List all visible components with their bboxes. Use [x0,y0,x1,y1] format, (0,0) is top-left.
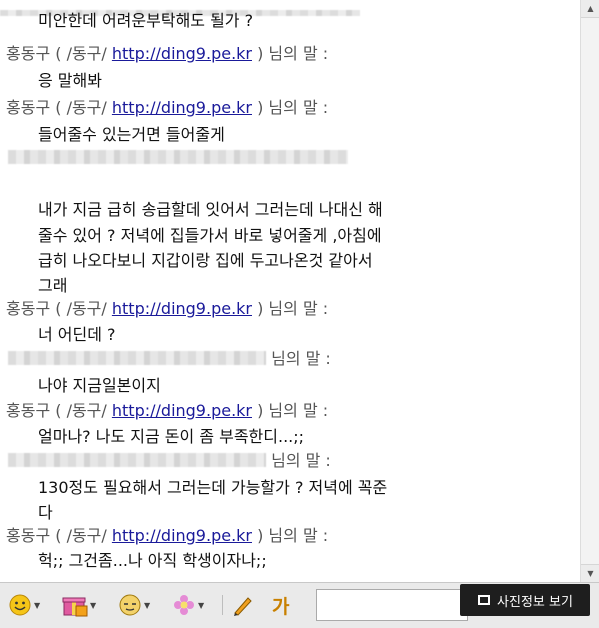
photo-info-button[interactable]: 사진정보 보기 [460,584,590,616]
scroll-up-arrow-icon[interactable]: ▲ [581,0,599,18]
homepage-link[interactable]: http://ding9.pe.kr [112,299,252,318]
blurred-header [0,0,360,16]
message-text: 헉;; 그건좀...나 아직 학생이자나;; [38,551,267,570]
font-button[interactable]: 가 [272,592,289,618]
homepage-link[interactable]: http://ding9.pe.kr [112,44,252,63]
sender-line: 홍동구 ( /동구/ http://ding9.pe.kr ) 님의 말 : [6,401,329,420]
photo-icon [478,595,491,605]
character-icon [119,594,141,616]
message-text: 얼마나? 나도 지금 돈이 좀 부족한디...;; [38,427,305,446]
homepage-link[interactable]: http://ding9.pe.kr [112,401,252,420]
homepage-link[interactable]: http://ding9.pe.kr [112,98,252,117]
message-text: 들어줄수 있는거면 들어줄게 [38,125,225,144]
blurred-sender [8,148,348,168]
font-icon: 가 [272,595,290,618]
message-text: 급히 나오다보니 지갑이랑 집에 두고나온것 같아서 [38,251,373,270]
message-input[interactable] [316,589,468,621]
flower-icon [174,595,194,615]
message-text: 다 [38,503,53,522]
chat-scrollbar[interactable]: ▲ ▼ [580,0,599,582]
message-text: 미안한데 어려운부탁해도 될가 ? [38,11,254,30]
message-text: 나야 지금일본이지 [38,376,161,395]
sender-line: 님의 말 : [8,349,331,369]
message-text: 너 어딘데 ? [38,325,116,344]
pen-icon [234,597,252,616]
message-text: 줄수 있어 ? 저녁에 집들가서 바로 넣어줄게 ,아침에 [38,226,382,245]
sender-line: 홍동구 ( /동구/ http://ding9.pe.kr ) 님의 말 : [6,44,329,63]
message-text: 응 말해봐 [38,71,102,90]
gift-button[interactable]: ▼ [62,592,96,618]
toolbar-divider [222,595,223,615]
message-text: 내가 지금 급히 송급할데 잇어서 그러는데 나대신 해 [38,200,383,219]
flower-button[interactable]: ▼ [172,592,204,618]
sender-line: 홍동구 ( /동구/ http://ding9.pe.kr ) 님의 말 : [6,526,329,545]
emoticon-button[interactable]: ▼ [8,592,40,618]
chat-log: 미안한데 어려운부탁해도 될가 ? 홍동구 ( /동구/ http://ding… [0,0,580,582]
sender-line: 님의 말 : [8,451,331,471]
scroll-down-arrow-icon[interactable]: ▼ [581,564,599,582]
sender-line: 홍동구 ( /동구/ http://ding9.pe.kr ) 님의 말 : [6,98,329,117]
homepage-link[interactable]: http://ding9.pe.kr [112,526,252,545]
character-button[interactable]: ▼ [118,592,150,618]
gift-icon [62,597,88,617]
sender-line: 홍동구 ( /동구/ http://ding9.pe.kr ) 님의 말 : [6,299,329,318]
message-text: 130정도 필요해서 그러는데 가능할가 ? 저녁에 꼭준 [38,478,388,497]
emoticon-icon [9,594,31,616]
message-text: 그래 [38,276,68,295]
input-toolbar: ▼ ▼ ▼ ▼ 가 사진정보 보기 [0,582,599,628]
pen-button[interactable] [232,592,254,618]
